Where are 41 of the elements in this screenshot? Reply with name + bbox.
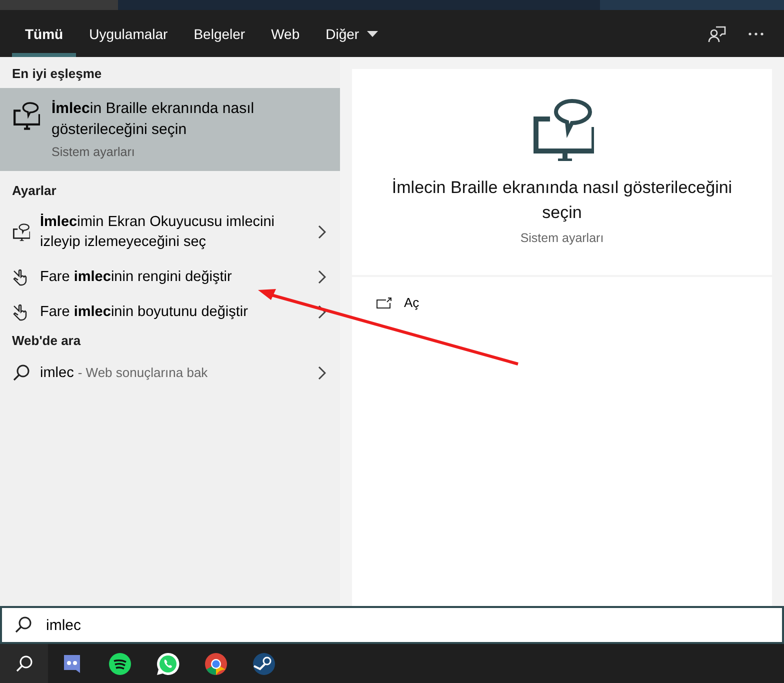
search-bar[interactable]: imlec bbox=[0, 606, 784, 644]
web-hint: - Web sonuçlarına bak bbox=[78, 364, 208, 380]
more-icon[interactable] bbox=[748, 32, 764, 36]
ring-circle-icon bbox=[204, 652, 228, 676]
section-heading: En iyi eşleşme bbox=[11, 65, 103, 83]
search-field[interactable]: imlec bbox=[44, 616, 770, 634]
preview-title: İmlecin Braille ekranında nasıl gösterileceğini seçin bbox=[390, 177, 734, 224]
search-icon bbox=[12, 364, 30, 382]
search-icon bbox=[14, 616, 32, 634]
result-label: Fare imlecinin rengini değiştir bbox=[40, 268, 233, 286]
piston-icon bbox=[252, 652, 276, 676]
open-window-icon bbox=[376, 296, 392, 308]
search-button[interactable] bbox=[0, 644, 48, 683]
sound-waves-icon bbox=[108, 652, 132, 676]
section-heading: Ayarlar bbox=[11, 182, 58, 200]
result-label: Fare imlecinin boyutunu değiştir bbox=[40, 302, 249, 322]
result-label: İmlecimin Ekran Okuyucusu imlecini izleyip izlemeyeceğini seç bbox=[40, 212, 276, 252]
monitor-speech-bubble-icon bbox=[12, 223, 30, 241]
search-icon bbox=[15, 654, 33, 672]
section-heading: Web'de ara bbox=[11, 332, 82, 350]
preview-category: Sistem ayarları bbox=[520, 231, 604, 245]
search-query: imlec bbox=[40, 364, 74, 380]
chevron-icon bbox=[318, 225, 326, 239]
result-item[interactable]: İmlecimin Ekran Okuyucusu imlecini izleyip izlemeyeceğini seç bbox=[0, 205, 340, 259]
web-search-item[interactable]: imlec - Web sonuçlarına bak bbox=[0, 355, 340, 390]
chevron-icon bbox=[318, 270, 326, 284]
tab[interactable]: Diğer bbox=[312, 10, 392, 57]
game-controller-icon bbox=[61, 652, 83, 674]
tab[interactable]: Belgeler bbox=[180, 10, 258, 57]
result-title: İmlecin Braille ekranında nasıl gösterileceğini seçin bbox=[52, 99, 256, 140]
result-category: Sistem ayarları bbox=[52, 145, 136, 159]
phone-bubble-icon bbox=[156, 652, 180, 676]
chevron-icon bbox=[318, 366, 326, 380]
best-match-item[interactable]: İmlecin Braille ekranında nasıl gösterileceğini seçin Sistem ayarları bbox=[0, 88, 340, 171]
open-action[interactable]: Aç bbox=[376, 295, 420, 310]
chevron-icon bbox=[318, 304, 326, 318]
result-item[interactable]: Fare imlecinin rengini değiştir bbox=[0, 259, 340, 294]
result-item[interactable]: Fare imlecinin boyutunu değiştir bbox=[0, 294, 340, 329]
tab[interactable]: Web bbox=[258, 10, 313, 57]
tab[interactable]: Uygulamalar bbox=[76, 10, 181, 57]
feedback-icon[interactable] bbox=[708, 24, 726, 42]
